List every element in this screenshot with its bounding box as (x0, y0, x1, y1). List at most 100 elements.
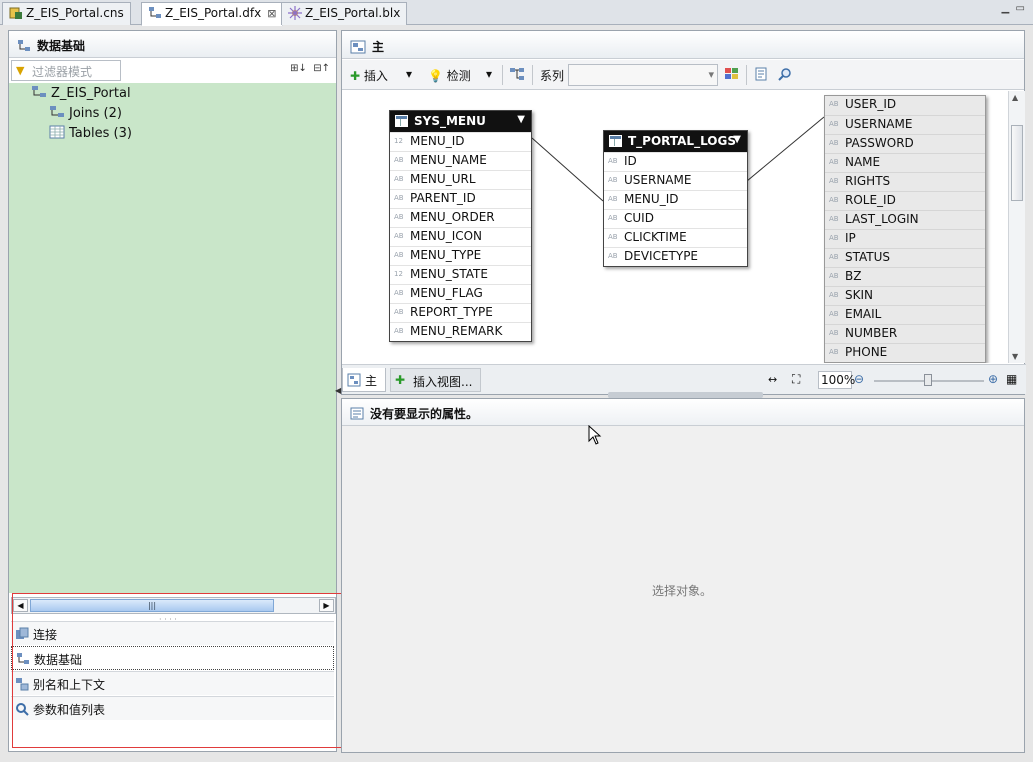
tab-main-view[interactable]: 主 (342, 368, 387, 392)
minimize-icon[interactable]: ▁ (1001, 3, 1009, 14)
zoom-level[interactable]: 100% (818, 371, 855, 389)
structure-tree: Z_EIS_Portal Joins (2) Tables (3) (9, 83, 336, 593)
properties-icon (350, 407, 364, 420)
table-column[interactable]: AB USERNAME (604, 171, 747, 190)
table-column[interactable]: AB PARENT_ID (390, 189, 531, 208)
scroll-thumb[interactable] (1011, 125, 1023, 201)
column-name: MENU_TYPE (410, 248, 482, 262)
table-column[interactable]: AB NUMBER (825, 324, 985, 343)
column-type-icon: AB (829, 139, 839, 147)
table-column[interactable]: AB IP (825, 229, 985, 248)
tab-dfx[interactable]: Z_EIS_Portal.dfx ⊠ (141, 2, 284, 26)
table-t-portal-logs[interactable]: T_PORTAL_LOGS ▼ AB ID AB USERNAME AB MENU_ID A… (603, 130, 748, 267)
join-line-menu-id[interactable] (531, 137, 604, 202)
table-users[interactable]: AB USER_ID AB USERNAME AB PASSWORD AB NAME AB RIG… (824, 95, 986, 363)
table-column[interactable]: 12 MENU_ID (390, 132, 531, 151)
tab-insert-view[interactable]: ✚ 插入视图... (390, 368, 482, 392)
table-column[interactable]: AB PASSWORD (825, 134, 985, 153)
fit-page-icon[interactable]: ⛶ (792, 372, 800, 387)
table-column[interactable]: AB STATUS (825, 248, 985, 267)
color-palette-icon[interactable] (724, 67, 740, 84)
column-name: USERNAME (845, 117, 913, 131)
table-sys-menu[interactable]: SYS_MENU ▼ 12 MENU_ID AB MENU_NAME AB MENU_UR… (389, 110, 532, 342)
table-column[interactable]: AB MENU_ORDER (390, 208, 531, 227)
column-type-icon: AB (608, 157, 618, 165)
table-column[interactable]: AB LAST_LOGIN (825, 210, 985, 229)
toolbar-separator (502, 65, 503, 85)
column-name: CLICKTIME (624, 230, 687, 244)
tree-joins[interactable]: Joins (2) (49, 105, 122, 121)
table-name: SYS_MENU (414, 114, 486, 128)
filter-input[interactable]: ▼ 过滤器模式 (11, 60, 121, 81)
column-type-icon: AB (394, 251, 404, 259)
table-column[interactable]: AB REPORT_TYPE (390, 303, 531, 322)
tab-blx[interactable]: Z_EIS_Portal.blx (281, 2, 408, 25)
table-column[interactable]: AB MENU_NAME (390, 151, 531, 170)
join-line-username[interactable] (746, 116, 825, 182)
tree-tables[interactable]: Tables (3) (49, 125, 132, 141)
table-column[interactable]: AB MENU_ID (604, 190, 747, 209)
search-icon[interactable] (778, 67, 792, 84)
table-header[interactable]: T_PORTAL_LOGS ▼ (604, 131, 747, 152)
close-icon[interactable]: ⊠ (267, 7, 276, 20)
diagram-toolbar: ✚ 插入 ▾ 💡 检测 ▾ 系列 (342, 60, 1024, 90)
tab-cns[interactable]: Z_EIS_Portal.cns (2, 2, 131, 25)
table-column[interactable]: AB MENU_URL (390, 170, 531, 189)
table-column[interactable]: AB ROLE_ID (825, 191, 985, 210)
table-column[interactable]: AB MENU_TYPE (390, 246, 531, 265)
fit-width-icon[interactable]: ↔ (768, 373, 777, 386)
tree-root[interactable]: Z_EIS_Portal (31, 85, 131, 101)
tab-insert-view-label: 插入视图... (413, 375, 473, 389)
layout-icon[interactable] (509, 67, 525, 84)
table-column[interactable]: AB EMAIL (825, 305, 985, 324)
main-panel-title: 主 (372, 40, 385, 54)
table-column[interactable]: AB NAME (825, 153, 985, 172)
column-type-icon: AB (829, 329, 839, 337)
table-column[interactable]: 12 MENU_STATE (390, 265, 531, 284)
insert-button[interactable]: ✚ 插入 (350, 67, 388, 84)
connection-icon (9, 7, 22, 19)
collapse-all-icon[interactable]: ⊟↑ (313, 63, 330, 74)
column-name: DEVICETYPE (624, 249, 699, 263)
table-column[interactable]: AB BZ (825, 267, 985, 286)
insert-dropdown-icon[interactable]: ▾ (406, 67, 412, 81)
table-column[interactable]: AB MENU_FLAG (390, 284, 531, 303)
column-type-icon: AB (608, 195, 618, 203)
overview-icon[interactable]: ▦ (1006, 372, 1017, 386)
window-controls: ▁ ▭ (1001, 3, 1025, 14)
table-menu-dropdown-icon[interactable]: ▼ (733, 134, 741, 145)
tree-joins-label: Joins (2) (69, 106, 122, 121)
table-column[interactable]: AB CLICKTIME (604, 228, 747, 247)
view-data-icon[interactable] (754, 67, 768, 84)
diagram-vertical-scrollbar[interactable]: ▲ ▼ (1008, 91, 1025, 363)
detect-button[interactable]: 💡 检测 (428, 67, 471, 84)
table-column[interactable]: AB ID (604, 152, 747, 171)
table-column[interactable]: AB MENU_ICON (390, 227, 531, 246)
column-name: SKIN (845, 288, 874, 302)
zoom-slider-knob[interactable] (924, 374, 932, 386)
table-menu-dropdown-icon[interactable]: ▼ (517, 114, 525, 125)
column-name: MENU_FLAG (410, 286, 483, 300)
expand-all-icon[interactable]: ⊞↓ (290, 63, 307, 74)
table-column[interactable]: AB SKIN (825, 286, 985, 305)
column-type-icon: AB (394, 327, 404, 335)
table-column[interactable]: AB PHONE (825, 343, 985, 362)
table-column[interactable]: AB USERNAME (825, 115, 985, 134)
scroll-down-icon[interactable]: ▼ (1012, 352, 1018, 361)
table-column[interactable]: AB CUID (604, 209, 747, 228)
zoom-out-icon[interactable]: ⊖ (854, 372, 864, 386)
scroll-up-icon[interactable]: ▲ (1012, 93, 1018, 102)
collapse-left-icon[interactable]: ◀ (335, 386, 341, 395)
detect-dropdown-icon[interactable]: ▾ (486, 67, 492, 81)
table-column[interactable]: AB USER_ID (825, 96, 985, 115)
diagram-canvas[interactable]: SYS_MENU ▼ 12 MENU_ID AB MENU_NAME AB MENU_UR… (342, 91, 1008, 363)
table-column[interactable]: AB MENU_REMARK (390, 322, 531, 341)
table-column[interactable]: AB DEVICETYPE (604, 247, 747, 266)
table-header[interactable]: SYS_MENU ▼ (390, 111, 531, 132)
table-column[interactable]: AB RIGHTS (825, 172, 985, 191)
column-type-icon: AB (829, 291, 839, 299)
family-select[interactable] (568, 64, 718, 86)
zoom-in-icon[interactable]: ⊕ (988, 372, 998, 386)
column-type-icon: AB (829, 234, 839, 242)
maximize-icon[interactable]: ▭ (1016, 3, 1025, 14)
